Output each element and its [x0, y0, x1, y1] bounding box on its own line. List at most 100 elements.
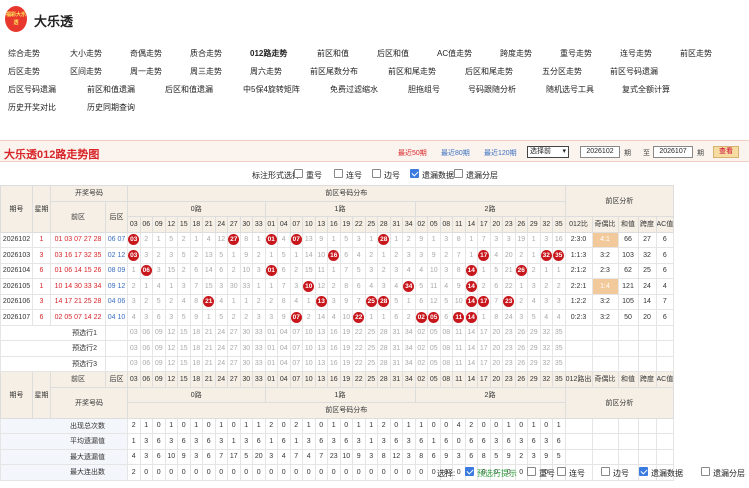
nav-link[interactable]: 前区和尾走势 [388, 66, 436, 77]
predict-number-cell[interactable]: 18 [189, 324, 203, 341]
option-checkbox[interactable] [454, 169, 463, 178]
last-80-link[interactable]: 最近80期 [441, 148, 470, 158]
nav-link[interactable]: 历史开奖对比 [8, 102, 56, 113]
query-button[interactable]: 查看 [713, 146, 739, 158]
predict-number-cell[interactable]: 20 [489, 340, 503, 357]
predict-number-cell[interactable]: 09 [152, 355, 166, 372]
nav-link[interactable]: 综合走势 [8, 48, 40, 59]
predict-number-cell[interactable]: 29 [527, 324, 541, 341]
nav-link[interactable]: 前区走势 [680, 48, 712, 59]
nav-link[interactable]: 复式全额计算 [622, 84, 670, 95]
nav-link[interactable]: 前区号码遗漏 [610, 66, 658, 77]
nav-link[interactable]: 免费过滤缩水 [330, 84, 378, 95]
predict-number-cell[interactable]: 11 [452, 324, 466, 341]
nav-link[interactable]: AC值走势 [437, 48, 472, 59]
predict-number-cell[interactable]: 15 [177, 355, 191, 372]
lottery-logo[interactable]: 福彩大乐透 [5, 6, 27, 32]
predict-number-cell[interactable]: 27 [227, 324, 241, 341]
predict-number-cell[interactable]: 15 [177, 324, 191, 341]
option-checkbox[interactable] [639, 467, 648, 476]
predict-number-cell[interactable]: 23 [502, 340, 516, 357]
predict-number-cell[interactable]: 33 [252, 340, 266, 357]
predict-number-cell[interactable]: 08 [439, 324, 453, 341]
predict-number-cell[interactable]: 16 [327, 355, 341, 372]
predict-number-cell[interactable]: 14 [464, 340, 478, 357]
predict-number-cell[interactable]: 28 [377, 355, 391, 372]
nav-link[interactable]: 区间走势 [70, 66, 102, 77]
nav-link[interactable]: 后区和尾走势 [465, 66, 513, 77]
predict-number-cell[interactable]: 34 [402, 324, 416, 341]
predict-number-cell[interactable]: 20 [489, 355, 503, 372]
predict-number-cell[interactable]: 06 [139, 355, 153, 372]
site-name[interactable]: 大乐透 [34, 11, 73, 30]
predict-number-cell[interactable]: 12 [164, 324, 178, 341]
predict-number-cell[interactable]: 30 [239, 324, 253, 341]
predict-number-cell[interactable]: 09 [152, 340, 166, 357]
predict-back-cell[interactable] [105, 324, 128, 341]
predict-number-cell[interactable]: 05 [427, 340, 441, 357]
predict-number-cell[interactable]: 07 [289, 324, 303, 341]
predict-number-cell[interactable]: 10 [302, 340, 316, 357]
predict-number-cell[interactable]: 06 [139, 324, 153, 341]
predict-number-cell[interactable]: 19 [339, 355, 353, 372]
nav-link[interactable]: 随机选号工具 [546, 84, 594, 95]
predict-number-cell[interactable]: 24 [214, 355, 228, 372]
predict-number-cell[interactable]: 24 [214, 324, 228, 341]
predict-number-cell[interactable]: 31 [389, 340, 403, 357]
nav-link[interactable]: 前区和值 [317, 48, 349, 59]
predict-number-cell[interactable]: 01 [264, 324, 278, 341]
option-checkbox[interactable] [334, 169, 343, 178]
predict-number-cell[interactable]: 30 [239, 355, 253, 372]
nav-link[interactable]: 胆拖组号 [408, 84, 440, 95]
nav-link[interactable]: 连号走势 [620, 48, 652, 59]
predict-number-cell[interactable]: 10 [302, 355, 316, 372]
predict-number-cell[interactable]: 34 [402, 340, 416, 357]
predict-number-cell[interactable]: 04 [277, 324, 291, 341]
nav-link[interactable]: 后区号码遗漏 [8, 84, 56, 95]
predict-number-cell[interactable]: 25 [364, 355, 378, 372]
predict-number-cell[interactable]: 16 [327, 324, 341, 341]
predict-number-cell[interactable]: 06 [139, 340, 153, 357]
nav-link[interactable]: 周六走势 [250, 66, 282, 77]
option-checkbox[interactable] [465, 467, 474, 476]
predict-number-cell[interactable]: 35 [552, 324, 566, 341]
predict-number-cell[interactable]: 22 [352, 340, 366, 357]
predict-number-cell[interactable]: 32 [539, 355, 553, 372]
predict-number-cell[interactable]: 35 [552, 355, 566, 372]
nav-link[interactable]: 跨度走势 [500, 48, 532, 59]
predict-number-cell[interactable]: 33 [252, 355, 266, 372]
predict-number-cell[interactable]: 02 [414, 355, 428, 372]
nav-link[interactable]: 奇偶走势 [130, 48, 162, 59]
predict-number-cell[interactable]: 17 [477, 324, 491, 341]
predict-number-cell[interactable]: 35 [552, 340, 566, 357]
predict-number-cell[interactable]: 01 [264, 340, 278, 357]
predict-number-cell[interactable]: 31 [389, 355, 403, 372]
predict-number-cell[interactable]: 13 [314, 340, 328, 357]
predict-number-cell[interactable]: 15 [177, 340, 191, 357]
predict-number-cell[interactable]: 30 [239, 340, 253, 357]
predict-number-cell[interactable]: 26 [514, 340, 528, 357]
predict-number-cell[interactable]: 16 [327, 340, 341, 357]
predict-number-cell[interactable]: 18 [189, 355, 203, 372]
predict-number-cell[interactable]: 05 [427, 355, 441, 372]
predict-row[interactable]: 预选行3 03 06 09 12 15 18 21 24 27 30 33 01 04 07 10 13 16 19… [0, 355, 675, 372]
predict-number-cell[interactable]: 14 [464, 355, 478, 372]
nav-link[interactable]: 前区尾数分布 [310, 66, 358, 77]
period-select[interactable]: 选择前 ▾ [527, 146, 569, 158]
nav-link[interactable]: 后区和值遗漏 [165, 84, 213, 95]
predict-number-cell[interactable]: 04 [277, 355, 291, 372]
predict-number-cell[interactable]: 21 [202, 355, 216, 372]
nav-link[interactable]: 前区和值遗漏 [87, 84, 135, 95]
option-checkbox[interactable] [557, 467, 566, 476]
option-checkbox[interactable] [410, 169, 419, 178]
option-checkbox[interactable] [527, 467, 536, 476]
predict-number-cell[interactable]: 17 [477, 355, 491, 372]
predict-number-cell[interactable]: 12 [164, 355, 178, 372]
predict-number-cell[interactable]: 13 [314, 355, 328, 372]
predict-number-cell[interactable]: 25 [364, 324, 378, 341]
predict-number-cell[interactable]: 22 [352, 324, 366, 341]
predict-number-cell[interactable]: 01 [264, 355, 278, 372]
predict-number-cell[interactable]: 12 [164, 340, 178, 357]
predict-back-cell[interactable] [105, 340, 128, 357]
predict-number-cell[interactable]: 09 [152, 324, 166, 341]
